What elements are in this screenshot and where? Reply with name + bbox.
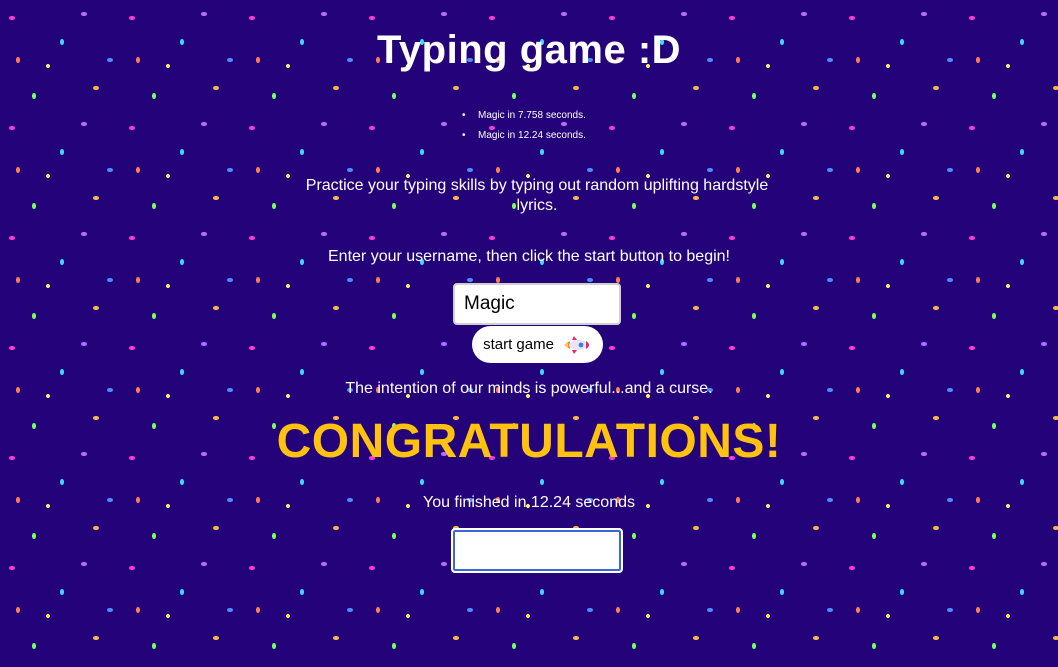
username-input[interactable] <box>453 283 621 325</box>
intro-text: Practice your typing skills by typing ou… <box>305 177 769 214</box>
score-list-item: Magic in 7.758 seconds. <box>462 110 628 122</box>
typing-input[interactable] <box>451 528 623 573</box>
score-list: Magic in 7.758 seconds. Magic in 12.24 s… <box>0 110 1058 150</box>
finish-time-text: You finished in 12.24 seconds <box>422 494 635 511</box>
score-list-item: Magic in 12.24 seconds. <box>462 130 628 142</box>
start-prompt: Enter your username, then click the star… <box>328 248 730 265</box>
rocket-icon <box>563 335 589 354</box>
page-title: Typing game :D <box>376 28 682 72</box>
start-game-button[interactable]: start game <box>472 326 603 363</box>
start-game-label: start game <box>483 336 554 353</box>
quote-text: The intention of our minds is powerful..… <box>345 380 713 397</box>
congrats-heading: CONGRATULATIONS! <box>276 415 782 468</box>
